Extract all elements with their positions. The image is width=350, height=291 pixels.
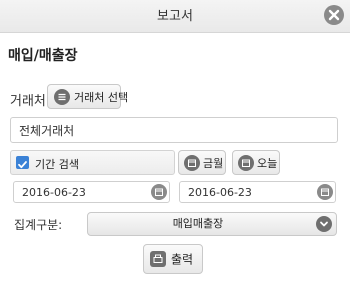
- this-month-label: 금월: [203, 156, 224, 170]
- close-button[interactable]: [324, 5, 344, 25]
- today-button[interactable]: 오늘: [232, 150, 280, 175]
- window-title: 보고서: [157, 9, 193, 24]
- print-button[interactable]: 출력: [143, 244, 203, 274]
- category-select[interactable]: 매입매출장: [87, 212, 337, 236]
- vendor-field[interactable]: [10, 117, 338, 143]
- category-selected-value: 매입매출장: [172, 217, 224, 230]
- calendar-icon: [184, 154, 200, 171]
- vendor-select-label: 거래처 선택: [74, 90, 129, 104]
- list-icon: [54, 88, 70, 105]
- window-titlebar: 보고서: [0, 0, 350, 33]
- vendor-label: 거래처: [10, 94, 46, 109]
- close-icon: [328, 9, 340, 21]
- this-month-button[interactable]: 금월: [178, 150, 226, 175]
- print-icon: [150, 251, 166, 267]
- calendar-icon[interactable]: [151, 184, 167, 200]
- today-label: 오늘: [257, 156, 278, 170]
- page-title: 매입/매출장: [8, 48, 78, 64]
- print-label: 출력: [171, 252, 194, 267]
- category-label: 집계구분:: [14, 218, 63, 232]
- end-date-field[interactable]: [179, 181, 336, 203]
- period-search-label: 기간 검색: [35, 158, 79, 171]
- period-search-checkbox[interactable]: [16, 156, 29, 169]
- calendar-icon: [238, 154, 254, 171]
- start-date-field[interactable]: [13, 181, 170, 203]
- chevron-down-icon: [316, 216, 332, 232]
- vendor-select-button[interactable]: 거래처 선택: [47, 84, 128, 109]
- calendar-icon[interactable]: [317, 184, 333, 200]
- period-search-toggle[interactable]: 기간 검색: [10, 150, 175, 175]
